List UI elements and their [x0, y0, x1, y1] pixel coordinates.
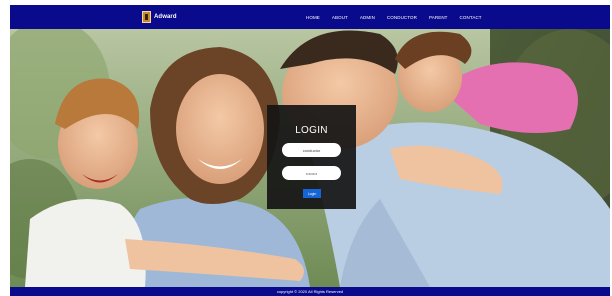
footer-copyright: copyright © 2020 All Rights Reserved: [10, 287, 610, 296]
nav-conductor[interactable]: CONDUCTOR: [387, 15, 417, 20]
login-button[interactable]: Login: [303, 189, 321, 198]
nav-contact[interactable]: CONTACT: [460, 15, 482, 20]
login-panel: LOGIN Login: [267, 105, 356, 209]
nav-admin[interactable]: ADMIN: [360, 15, 375, 20]
main-nav: HOME ABOUT ADMIN CONDUCTOR PARENT CONTAC…: [306, 5, 482, 29]
hero-image: LOGIN Login: [10, 29, 610, 287]
nav-home[interactable]: HOME: [306, 15, 320, 20]
nav-about[interactable]: ABOUT: [332, 15, 348, 20]
door-logo-icon: [142, 11, 151, 23]
username-field[interactable]: [282, 143, 341, 157]
brand[interactable]: Adward: [142, 10, 177, 24]
password-field[interactable]: [282, 166, 341, 180]
brand-name: Adward: [154, 14, 177, 20]
login-title: LOGIN: [295, 125, 328, 136]
navbar: Adward HOME ABOUT ADMIN CONDUCTOR PARENT…: [10, 5, 610, 29]
nav-parent[interactable]: PARENT: [429, 15, 448, 20]
page-frame: Adward HOME ABOUT ADMIN CONDUCTOR PARENT…: [10, 5, 610, 296]
